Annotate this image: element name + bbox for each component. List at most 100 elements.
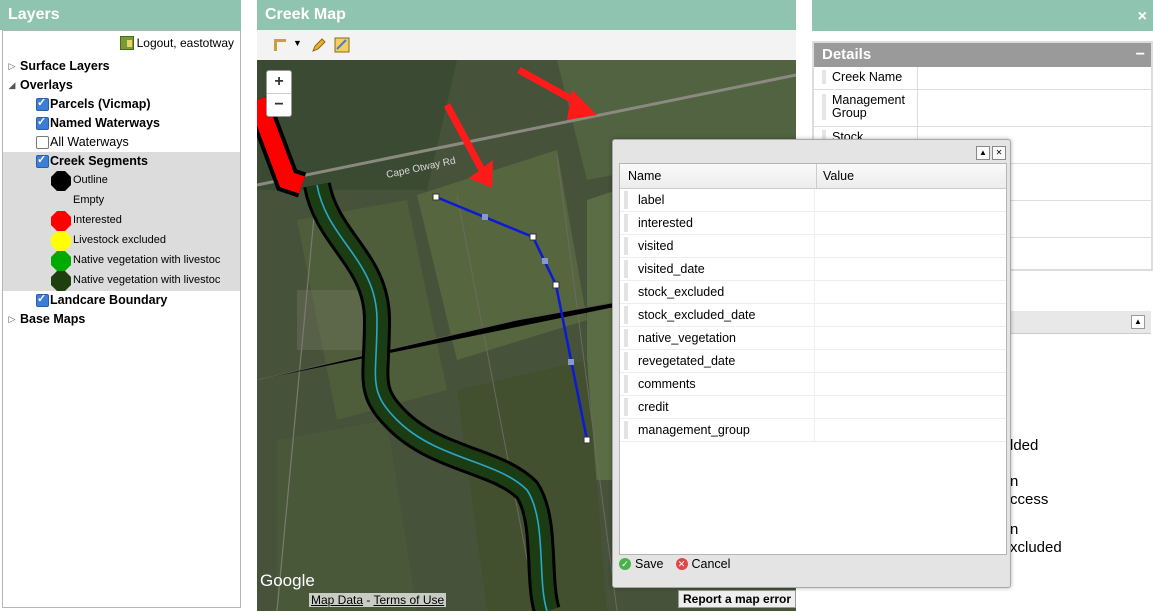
legend-label: Native vegetation with livestoc (73, 254, 221, 266)
tree-node-overlays[interactable]: ◢ Overlays (3, 76, 240, 95)
property-row[interactable]: visited (620, 235, 1006, 258)
legend-swatch-native-veg-dark (51, 271, 71, 291)
property-row[interactable]: label (620, 189, 1006, 212)
property-name: label (624, 191, 818, 209)
parcels-checkbox[interactable] (36, 95, 49, 113)
legend-label: Livestock excluded (73, 234, 166, 246)
close-icon[interactable]: ✕ (992, 146, 1006, 160)
property-value[interactable] (814, 396, 1006, 418)
property-value[interactable] (814, 212, 1006, 234)
logout-label: Logout, eastotway (136, 36, 234, 50)
property-value[interactable] (814, 304, 1006, 326)
layer-all-waterways[interactable]: All Waterways (3, 133, 240, 152)
property-value[interactable] (814, 373, 1006, 395)
collapse-icon[interactable]: ▲ (976, 146, 990, 160)
property-value[interactable] (814, 350, 1006, 372)
dialog-footer: ✓ Save ✕ Cancel (619, 557, 730, 571)
named-waterways-checkbox[interactable] (36, 114, 49, 132)
property-name: stock_excluded_date (624, 306, 818, 324)
property-name: native_vegetation (624, 329, 818, 347)
property-name: revegetated_date (624, 352, 818, 370)
measure-tool-icon[interactable] (272, 37, 288, 53)
zoom-out-button[interactable]: − (267, 94, 291, 116)
logout-link[interactable]: Logout, eastotway (119, 36, 234, 50)
cancel-button[interactable]: Cancel (692, 557, 731, 571)
save-button[interactable]: Save (635, 557, 664, 571)
property-value[interactable] (814, 327, 1006, 349)
property-row[interactable]: native_vegetation (620, 327, 1006, 350)
property-value[interactable] (814, 419, 1006, 441)
save-icon: ✓ (619, 558, 631, 570)
property-row[interactable]: credit (620, 396, 1006, 419)
dropdown-arrow-icon[interactable]: ▼ (293, 38, 302, 48)
legend-item: Native vegetation with livestoc (3, 271, 240, 291)
terms-link[interactable]: Terms of Use (373, 593, 444, 607)
property-row[interactable]: interested (620, 212, 1006, 235)
collapsed-panel-bar[interactable]: ▲ (1010, 311, 1151, 334)
edit-pencil-icon[interactable] (311, 37, 327, 53)
property-value[interactable] (814, 235, 1006, 257)
creek-segments-checkbox[interactable] (36, 152, 49, 170)
legend-item: Livestock excluded (3, 231, 240, 251)
zoom-in-button[interactable]: + (267, 71, 291, 94)
details-value (917, 90, 1151, 126)
close-icon[interactable]: × (1138, 2, 1147, 32)
legend-label: Native vegetation with livestoc (73, 274, 221, 286)
landcare-checkbox[interactable] (36, 291, 49, 309)
property-row[interactable]: visited_date (620, 258, 1006, 281)
layer-label: Creek Segments (50, 154, 148, 168)
legend-swatch-native-veg (51, 251, 71, 271)
zoom-control: + − (266, 70, 292, 117)
column-header-name[interactable]: Name (628, 164, 661, 188)
legend-label: Outline (73, 174, 108, 186)
layer-parcels[interactable]: Parcels (Vicmap) (3, 95, 240, 114)
property-row[interactable]: stock_excluded_date (620, 304, 1006, 327)
layer-landcare-boundary[interactable]: Landcare Boundary (3, 291, 240, 310)
property-row[interactable]: stock_excluded (620, 281, 1006, 304)
layer-creek-segments[interactable]: Creek Segments (3, 152, 240, 171)
layer-label: All Waterways (50, 135, 129, 149)
property-value[interactable] (814, 189, 1006, 211)
map-attribution: Map Data - Terms of Use (309, 593, 447, 607)
property-row[interactable]: management_group (620, 419, 1006, 442)
property-value[interactable] (814, 281, 1006, 303)
collapse-arrow-icon[interactable]: ◢ (7, 76, 17, 95)
property-value[interactable] (814, 258, 1006, 280)
expand-arrow-icon[interactable]: ▷ (7, 310, 17, 329)
logout-icon (119, 36, 134, 50)
grid-header: Name Value (620, 164, 1006, 189)
property-row[interactable]: revegetated_date (620, 350, 1006, 373)
google-logo: Google (260, 571, 315, 590)
legend-label: Empty (73, 194, 105, 206)
column-header-value[interactable]: Value (823, 164, 854, 188)
creek-segments-group: Creek Segments Outline Empty Interested … (3, 152, 240, 291)
legend-text: ccess (1010, 491, 1049, 508)
attribution-separator: - (363, 593, 374, 607)
layer-named-waterways[interactable]: Named Waterways (3, 114, 240, 133)
all-waterways-checkbox[interactable] (36, 136, 49, 149)
property-name: credit (624, 398, 818, 416)
layer-label: Parcels (Vicmap) (50, 97, 151, 111)
property-name: stock_excluded (624, 283, 818, 301)
map-data-link[interactable]: Map Data (311, 593, 363, 607)
expand-arrow-icon[interactable]: ▷ (7, 57, 17, 76)
property-name: visited (624, 237, 818, 255)
tree-node-base-maps[interactable]: ▷ Base Maps (3, 310, 240, 329)
property-row[interactable]: comments (620, 373, 1006, 396)
property-name: comments (624, 375, 818, 393)
layer-label: Named Waterways (50, 116, 160, 130)
legend-text: lded (1010, 437, 1039, 454)
minimize-icon[interactable]: − (1136, 43, 1145, 67)
layer-tree: ▷ Surface Layers ◢ Overlays Parcels (Vic… (3, 57, 240, 329)
dialog-tools: ▲ ✕ (974, 143, 1006, 160)
expand-up-icon[interactable]: ▲ (1131, 315, 1145, 329)
tree-node-surface-layers[interactable]: ▷ Surface Layers (3, 57, 240, 76)
cancel-icon: ✕ (675, 558, 688, 570)
edit-feature-icon[interactable] (334, 37, 350, 53)
legend-swatch-interested (51, 211, 71, 231)
map-toolbar: ▼ (257, 30, 796, 61)
layer-label: Landcare Boundary (50, 293, 168, 307)
legend-text: xcluded (1010, 539, 1062, 556)
report-map-error-link[interactable]: Report a map error (678, 590, 797, 608)
property-name: interested (624, 214, 818, 232)
